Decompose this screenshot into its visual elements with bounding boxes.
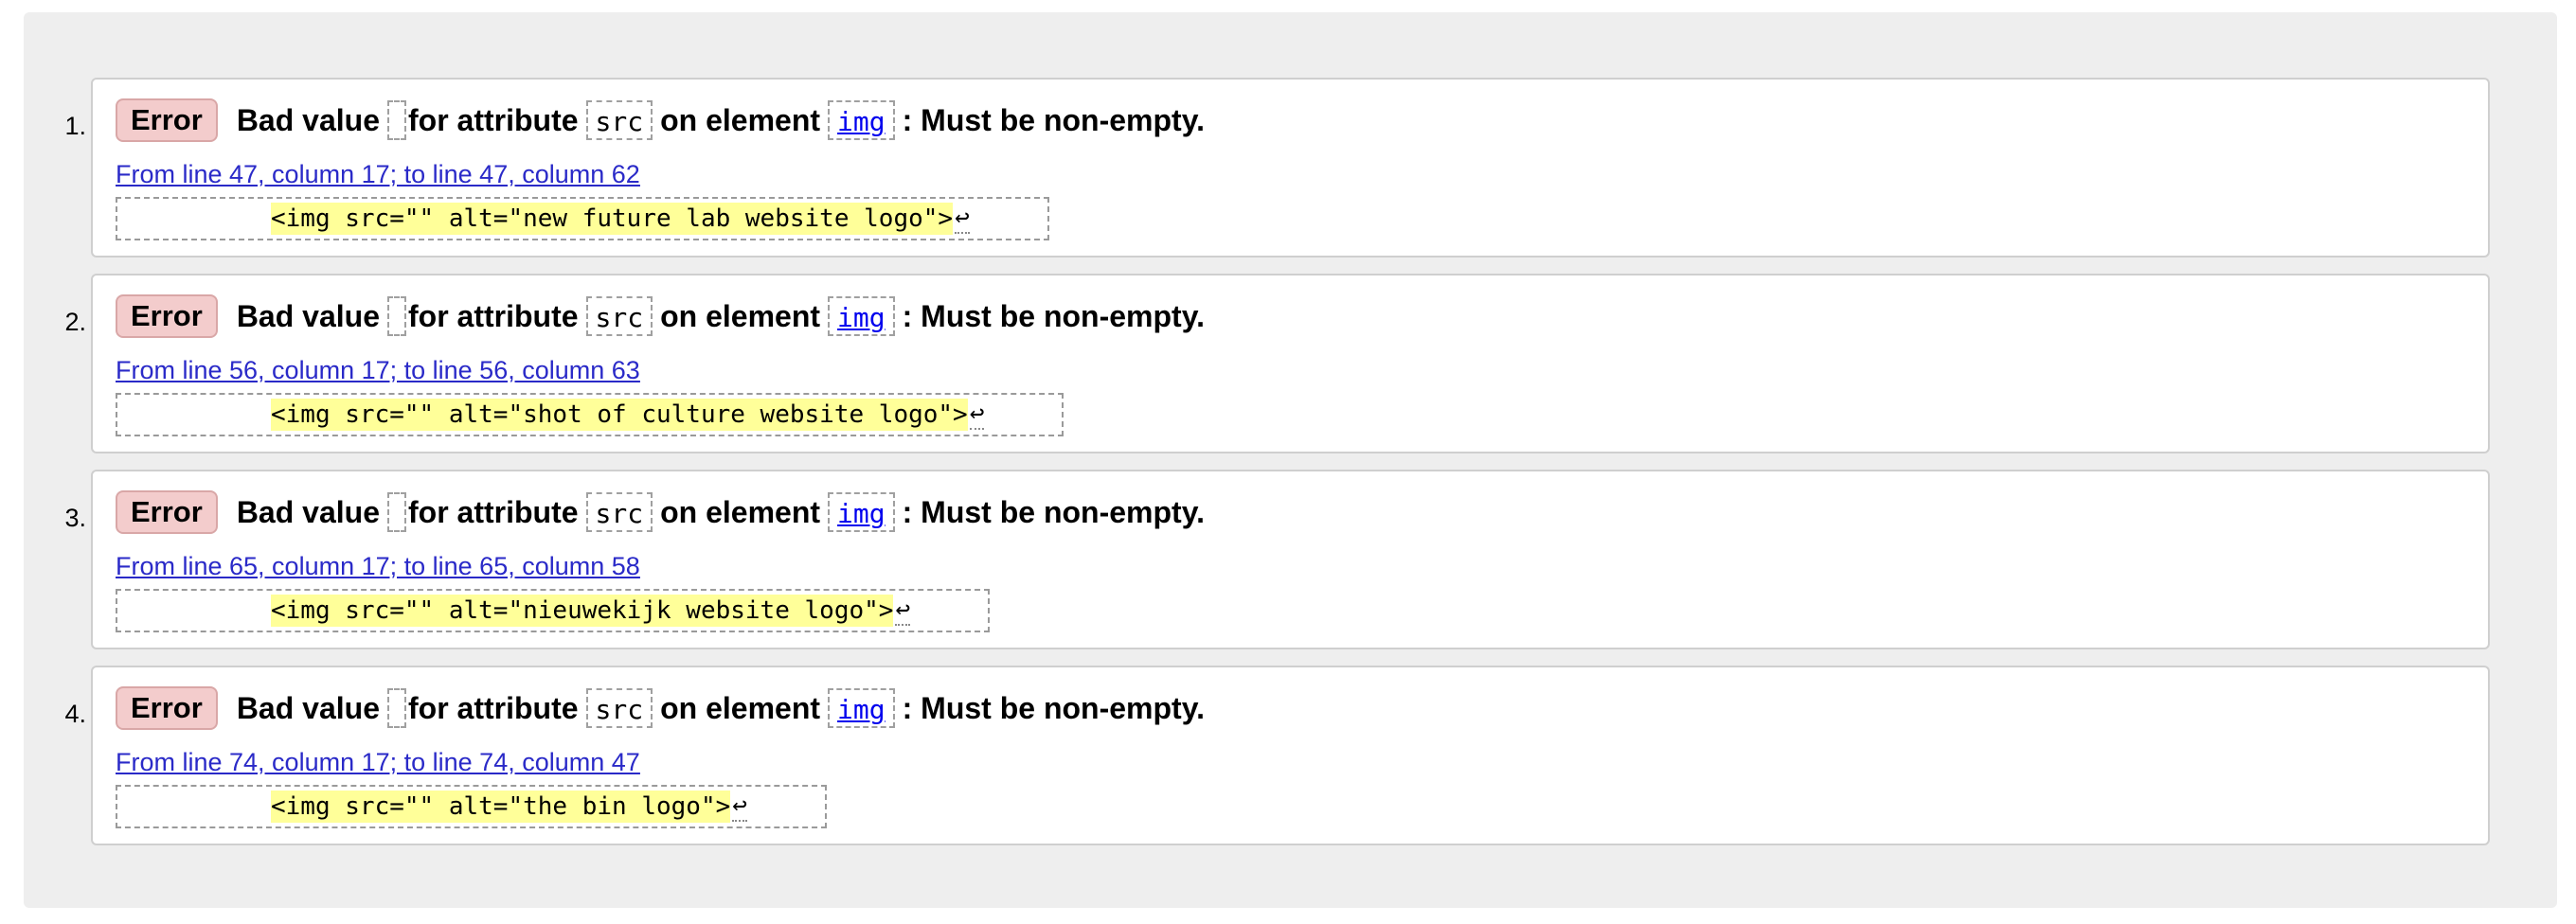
message-text-on-element: on element	[660, 690, 821, 725]
error-list: 1. Error Bad value for attribute src on …	[24, 78, 2557, 845]
error-badge: Error	[116, 294, 218, 338]
message-text-on-element: on element	[660, 102, 821, 137]
message-number: 3.	[64, 504, 86, 532]
message-text-on-element: on element	[660, 494, 821, 529]
empty-value-box	[386, 100, 406, 140]
code-extract: <img src="" alt="shot of culture website…	[116, 393, 1064, 436]
message-heading: Error Bad value for attribute src on ele…	[116, 686, 1205, 730]
message-text-for-attribute: for attribute	[407, 102, 579, 137]
message-text-for-attribute: for attribute	[407, 690, 579, 725]
message-heading: Error Bad value for attribute src on ele…	[116, 490, 1205, 534]
attribute-name-code: src	[585, 688, 653, 728]
message-text-reason: : Must be non-empty.	[902, 690, 1205, 725]
validator-results-panel: 1. Error Bad value for attribute src on …	[24, 12, 2557, 908]
source-location: From line 74, column 17; to line 74, col…	[116, 745, 640, 779]
error-badge: Error	[116, 98, 218, 142]
element-name-code: img	[828, 100, 895, 140]
message-heading: Error Bad value for attribute src on ele…	[116, 98, 1205, 142]
element-spec-link[interactable]: img	[837, 498, 886, 529]
highlighted-code: <img src="" alt="the bin logo">	[271, 791, 731, 823]
message-text-bad-value: Bad value	[236, 102, 380, 137]
element-spec-link[interactable]: img	[837, 302, 886, 333]
message-text-bad-value: Bad value	[236, 494, 380, 529]
attribute-name-code: src	[585, 100, 653, 140]
message-number: 2.	[64, 308, 86, 336]
line-feed-icon: ↩	[732, 791, 747, 822]
source-location-link[interactable]: From line 65, column 17; to line 65, col…	[116, 552, 640, 580]
message-text-reason: : Must be non-empty.	[902, 298, 1205, 333]
source-location-link[interactable]: From line 74, column 17; to line 74, col…	[116, 748, 640, 776]
attribute-name-code: src	[585, 492, 653, 532]
error-badge: Error	[116, 490, 218, 534]
message-text-reason: : Must be non-empty.	[902, 102, 1205, 137]
code-extract: <img src="" alt="the bin logo"> ↩	[116, 785, 827, 828]
highlighted-code: <img src="" alt="new future lab website …	[271, 203, 954, 235]
empty-value-box	[386, 296, 406, 336]
error-message: 2. Error Bad value for attribute src on …	[64, 274, 2490, 453]
element-name-code: img	[828, 688, 895, 728]
error-message: 3. Error Bad value for attribute src on …	[64, 470, 2490, 649]
empty-value-box	[386, 688, 406, 728]
source-location: From line 65, column 17; to line 65, col…	[116, 549, 640, 583]
code-extract: <img src="" alt="nieuwekijk website logo…	[116, 589, 991, 632]
message-heading: Error Bad value for attribute src on ele…	[116, 294, 1205, 338]
message-number: 1.	[64, 112, 86, 140]
empty-value-box	[386, 492, 406, 532]
message-text-reason: : Must be non-empty.	[902, 494, 1205, 529]
highlighted-code: <img src="" alt="nieuwekijk website logo…	[271, 595, 894, 627]
source-location-link[interactable]: From line 47, column 17; to line 47, col…	[116, 160, 640, 188]
message-number: 4.	[64, 700, 86, 728]
element-name-code: img	[828, 296, 895, 336]
message-text-on-element: on element	[660, 298, 821, 333]
line-feed-icon: ↩	[955, 204, 970, 234]
message-text-for-attribute: for attribute	[407, 494, 579, 529]
error-badge: Error	[116, 686, 218, 730]
source-location-link[interactable]: From line 56, column 17; to line 56, col…	[116, 356, 640, 384]
element-spec-link[interactable]: img	[837, 694, 886, 725]
element-name-code: img	[828, 492, 895, 532]
error-message: 4. Error Bad value for attribute src on …	[64, 666, 2490, 845]
error-message: 1. Error Bad value for attribute src on …	[64, 78, 2490, 258]
element-spec-link[interactable]: img	[837, 106, 886, 137]
line-feed-icon: ↩	[895, 595, 911, 626]
message-text-for-attribute: for attribute	[407, 298, 579, 333]
source-location: From line 47, column 17; to line 47, col…	[116, 157, 640, 191]
code-extract: <img src="" alt="new future lab website …	[116, 197, 1049, 240]
attribute-name-code: src	[585, 296, 653, 336]
line-feed-icon: ↩	[969, 400, 985, 430]
message-text-bad-value: Bad value	[236, 298, 380, 333]
highlighted-code: <img src="" alt="shot of culture website…	[271, 399, 968, 431]
source-location: From line 56, column 17; to line 56, col…	[116, 353, 640, 387]
message-text-bad-value: Bad value	[236, 690, 380, 725]
